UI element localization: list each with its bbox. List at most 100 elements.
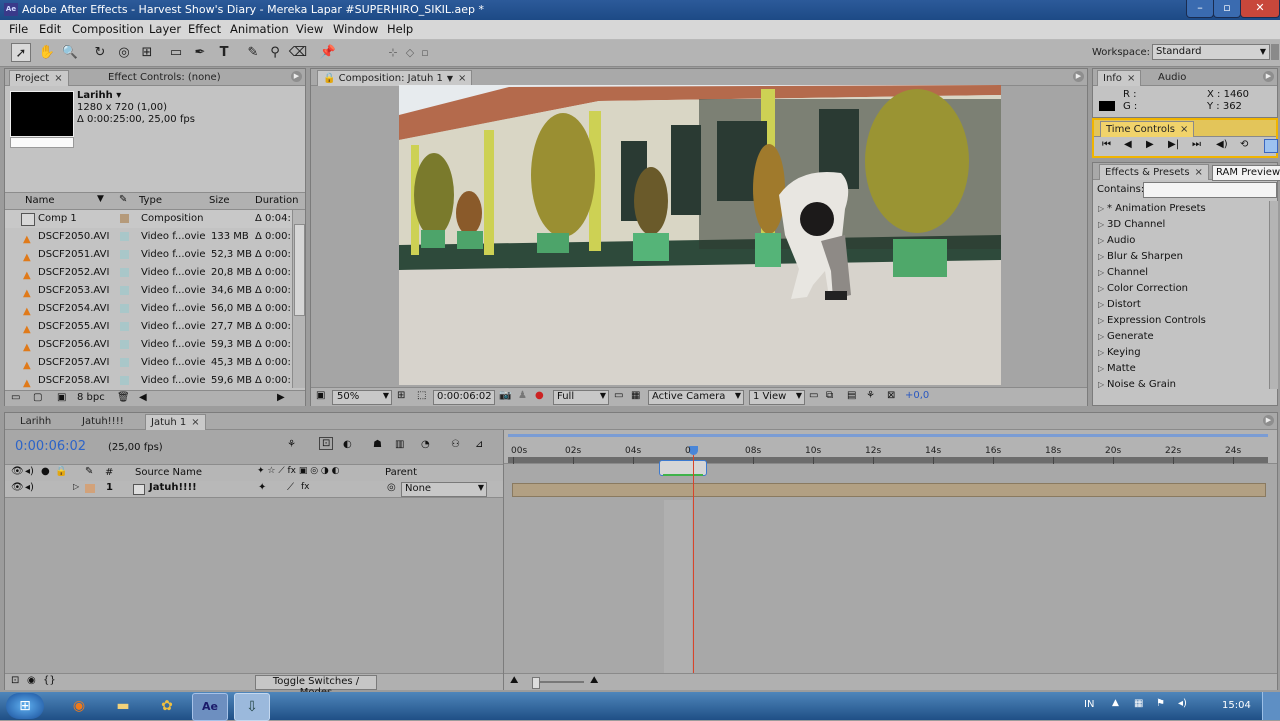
clone-stamp-tool-icon[interactable]: ⚲ bbox=[265, 43, 285, 62]
brush-tool-icon[interactable]: ✎ bbox=[243, 43, 263, 62]
previous-frame-icon[interactable]: ◀ bbox=[1124, 139, 1132, 150]
after-effects-taskbar-icon[interactable]: Ae bbox=[192, 693, 228, 721]
column-source-name[interactable]: Source Name bbox=[135, 467, 202, 478]
menu-animation[interactable]: Animation bbox=[230, 22, 289, 36]
effect-switch-icon[interactable]: fx bbox=[301, 482, 310, 492]
panel-menu-icon[interactable]: ▶ bbox=[1263, 71, 1274, 82]
toggle-switches-modes-button[interactable]: Toggle Switches / Modes bbox=[255, 675, 377, 698]
loop-icon[interactable]: ⟲ bbox=[1240, 139, 1248, 150]
graph-editor-icon[interactable]: ⚇ bbox=[451, 439, 460, 450]
close-icon[interactable]: × bbox=[458, 73, 466, 84]
mute-audio-icon[interactable]: ◀) bbox=[1216, 139, 1228, 150]
rectangle-tool-icon[interactable]: ▭ bbox=[166, 43, 186, 62]
video-visibility-icon[interactable]: 👁 bbox=[11, 482, 24, 493]
composition-viewer[interactable] bbox=[399, 85, 1001, 385]
transparency-grid-icon[interactable]: ▦ bbox=[631, 390, 640, 401]
layer-switches-icon[interactable]: ⊡ bbox=[11, 675, 19, 686]
current-time-display[interactable]: 0:00:06:02 bbox=[15, 439, 86, 454]
volume-icon[interactable]: ◂) bbox=[1178, 698, 1187, 709]
view-layout-dropdown[interactable]: 1 View ▼ bbox=[749, 390, 805, 405]
effects-search-input[interactable] bbox=[1143, 182, 1277, 198]
panel-menu-icon[interactable]: ▶ bbox=[291, 71, 302, 82]
rotation-tool-icon[interactable]: ↻ bbox=[90, 43, 110, 62]
paint-icon[interactable]: ✿ bbox=[150, 693, 184, 719]
play-icon[interactable]: ▶ bbox=[1146, 139, 1154, 150]
view-axis-icon[interactable]: ▫ bbox=[415, 43, 435, 62]
collapse-switch-icon[interactable]: ✦ bbox=[258, 482, 266, 493]
column-parent[interactable]: Parent bbox=[385, 467, 417, 478]
menu-effect[interactable]: Effect bbox=[188, 22, 221, 36]
zoom-tool-icon[interactable]: 🔍 bbox=[60, 43, 80, 62]
close-button[interactable]: ✕ bbox=[1240, 0, 1280, 18]
eraser-tool-icon[interactable]: ⌫ bbox=[288, 43, 308, 62]
time-navigator[interactable] bbox=[508, 457, 1268, 463]
show-snapshot-icon[interactable]: ♟ bbox=[518, 390, 527, 401]
tab-larihh[interactable]: Larihh bbox=[15, 414, 56, 429]
chevron-down-icon[interactable]: ▼ bbox=[447, 74, 453, 83]
brainstorm-icon[interactable]: ⊿ bbox=[475, 439, 483, 450]
trash-icon[interactable]: 🗑 bbox=[117, 392, 130, 403]
workspace-dropdown[interactable]: Standard ▼ bbox=[1152, 44, 1270, 60]
solo-switch-icon[interactable]: ● bbox=[41, 466, 50, 477]
audio-visibility-icon[interactable]: ◂) bbox=[25, 482, 34, 493]
tab-jatuh[interactable]: Jatuh!!!! bbox=[77, 414, 129, 429]
pen-tool-icon[interactable]: ✒ bbox=[190, 43, 210, 62]
current-time-field[interactable]: 0:00:06:02 bbox=[433, 390, 495, 405]
clock[interactable]: 15:04 bbox=[1222, 700, 1251, 711]
layer-duration-bar[interactable] bbox=[512, 483, 1266, 497]
region-of-interest-icon[interactable]: ▭ bbox=[614, 390, 623, 401]
toggle-pixel-aspect-icon[interactable]: ▭ bbox=[809, 390, 818, 401]
new-comp-icon[interactable]: ▣ bbox=[57, 392, 66, 403]
menu-composition[interactable]: Composition bbox=[72, 22, 144, 36]
tab-effect-controls[interactable]: Effect Controls: (none) bbox=[103, 70, 226, 85]
zoom-out-icon[interactable]: ⛰ bbox=[510, 675, 518, 686]
hand-tool-icon[interactable]: ✋ bbox=[37, 43, 57, 62]
lock-switch-icon[interactable]: 🔒 bbox=[55, 466, 67, 477]
fast-preview-icon[interactable]: ⧉ bbox=[826, 390, 833, 401]
close-icon[interactable]: × bbox=[191, 417, 199, 428]
selection-tool-icon[interactable]: ➚ bbox=[11, 43, 31, 62]
network-icon[interactable]: ▦ bbox=[1134, 698, 1143, 709]
project-scrollbar[interactable] bbox=[292, 210, 305, 388]
flowchart-icon[interactable]: ⚘ bbox=[866, 390, 875, 401]
timeline-icon[interactable]: ▤ bbox=[847, 390, 856, 401]
menu-layer[interactable]: Layer bbox=[149, 22, 181, 36]
camera-dropdown[interactable]: Active Camera ▼ bbox=[648, 390, 744, 405]
start-button[interactable]: ⊞ bbox=[6, 693, 44, 719]
bpc-toggle[interactable]: 8 bpc bbox=[77, 392, 105, 403]
column-type[interactable]: Type bbox=[139, 195, 162, 206]
comp-mini-flowchart-icon[interactable]: ⚘ bbox=[287, 439, 296, 450]
audio-switch-icon[interactable]: ◂) bbox=[25, 466, 34, 477]
zoom-slider-thumb[interactable] bbox=[532, 677, 540, 689]
last-frame-icon[interactable]: ⏭ bbox=[1192, 139, 1201, 150]
minimize-button[interactable]: – bbox=[1186, 0, 1214, 18]
menu-edit[interactable]: Edit bbox=[39, 22, 61, 36]
layer-name[interactable]: Jatuh!!!! bbox=[149, 482, 197, 493]
menu-help[interactable]: Help bbox=[387, 22, 413, 36]
project-item-row[interactable]: ▲ DSCF2050.AVI Video f...ovie 133 MB Δ 0… bbox=[5, 228, 295, 246]
menu-view[interactable]: View bbox=[296, 22, 323, 36]
column-duration[interactable]: Duration bbox=[255, 195, 298, 206]
project-item-row[interactable]: Comp 1 Composition Δ 0:04: bbox=[5, 210, 295, 228]
always-preview-icon[interactable]: ▣ bbox=[316, 390, 325, 401]
column-name[interactable]: Name bbox=[25, 195, 55, 206]
menu-file[interactable]: File bbox=[9, 22, 28, 36]
tab-time-controls[interactable]: Time Controls × bbox=[1100, 121, 1195, 137]
project-item-row[interactable]: ▲ DSCF2052.AVI Video f...ovie 20,8 MB Δ … bbox=[5, 264, 295, 282]
current-time-indicator[interactable] bbox=[693, 448, 694, 689]
show-hidden-icons-icon[interactable]: ▲ bbox=[1112, 698, 1119, 708]
close-icon[interactable]: × bbox=[1195, 167, 1203, 178]
tab-project[interactable]: Project × bbox=[9, 70, 69, 86]
folder-icon[interactable]: ▬ bbox=[106, 693, 140, 719]
panel-menu-icon[interactable]: ▶ bbox=[1263, 415, 1274, 426]
zoom-in-icon[interactable]: ⛰ bbox=[590, 675, 598, 686]
close-icon[interactable]: × bbox=[54, 73, 62, 84]
draft-3d-icon[interactable]: ◐ bbox=[343, 439, 352, 450]
scroll-thumb[interactable] bbox=[294, 224, 305, 316]
expand-triangle-icon[interactable]: ▷ bbox=[73, 482, 79, 491]
grid-icon[interactable]: ⊞ bbox=[397, 390, 405, 401]
tab-jatuh-1[interactable]: Jatuh 1 × bbox=[145, 414, 206, 430]
comp-name[interactable]: Larihh ▾ bbox=[77, 90, 121, 101]
scroll-left-icon[interactable]: ◀ bbox=[139, 392, 147, 403]
exposure-value[interactable]: +0,0 bbox=[905, 390, 929, 401]
